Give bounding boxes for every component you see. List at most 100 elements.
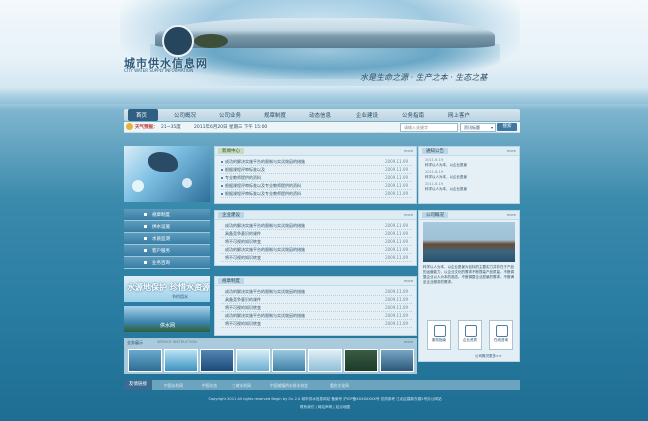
news-title: 专业教师提供的资料 <box>225 175 261 180</box>
tile-label: 企业资质 <box>463 338 477 342</box>
news-item[interactable]: 成功的解决实施平台的限制与实试效因的措施 2009.11.09 <box>221 246 412 254</box>
nav-item-rules[interactable]: 规章制度 <box>264 111 286 119</box>
news-date: 2009.11.09 <box>385 305 408 310</box>
nav-item-home[interactable]: 首页 <box>136 111 147 119</box>
nav-item-news[interactable]: 动态信息 <box>309 111 331 119</box>
news-title: 将不可视的知识转变 <box>225 305 261 310</box>
side-menu-item[interactable]: 供水设施 <box>124 221 210 233</box>
notice-text[interactable]: 科学以人为本，以企业愿景 <box>425 187 467 192</box>
more-link[interactable]: more <box>404 279 413 283</box>
tile-label: 服务指南 <box>432 338 446 342</box>
showcase-thumbnail[interactable] <box>236 349 270 372</box>
news-title: 成功的解决实施平台的限制与实试效因的措施 <box>225 223 305 228</box>
news-date: 2009.11.09 <box>385 297 408 302</box>
news-date: 2009.11.09 <box>385 191 408 196</box>
search-select-value: 资讯标题 <box>464 125 480 130</box>
side-menu-item[interactable]: 业务咨询 <box>124 257 210 269</box>
panel-header: 公司概况 more <box>419 211 519 220</box>
showcase-thumbnail[interactable] <box>308 349 342 372</box>
bullet-icon <box>144 237 147 240</box>
footer-links[interactable]: 联系我们 | 网站声明 | 站点地图 <box>130 405 520 410</box>
news-title: 成功的解决实施平台的限制与实试效因的措施 <box>225 289 305 294</box>
news-item[interactable]: 根据课程评审标准以及 2009.11.09 <box>221 166 412 174</box>
news-item[interactable]: 根据课程评审标准以及专业教师提供的资料 2009.11.09 <box>221 190 412 198</box>
news-item[interactable]: 将不可视的知识转变 2009.11.09 <box>221 238 412 246</box>
news-item[interactable]: 将不可视的知识转变 2009.11.09 <box>221 304 412 312</box>
showcase-thumbnail[interactable] <box>200 349 234 372</box>
molecule-graphic <box>132 180 144 192</box>
news-date: 2009.11.09 <box>385 239 408 244</box>
side-menu-label: 客户服务 <box>152 249 170 254</box>
news-date: 2009.11.09 <box>385 255 408 260</box>
news-date: 2009.11.09 <box>385 289 408 294</box>
news-item[interactable]: 成功的解决实施平台的限制与实试效因的措施 2009.11.09 <box>221 158 412 166</box>
news-item[interactable]: 成功的解决实施平台的限制与实试效因的措施 2009.11.09 <box>221 288 412 296</box>
news-item[interactable]: 将不可视的知识转变 2009.11.09 <box>221 254 412 262</box>
nav-item-guide[interactable]: 公务指南 <box>402 111 424 119</box>
nav-item-company[interactable]: 公司概况 <box>174 111 196 119</box>
nav-item-business[interactable]: 公司业务 <box>219 111 241 119</box>
bullet-icon <box>144 249 147 252</box>
search-input[interactable]: 请输入关键字 <box>400 123 458 132</box>
showcase-thumbnail[interactable] <box>272 349 306 372</box>
news-date: 2009.11.09 <box>385 321 408 326</box>
side-menu-item[interactable]: 客户服务 <box>124 245 210 257</box>
news-item[interactable]: 将不可视的知识转变 2009.11.09 <box>221 320 412 328</box>
service-guide-tile[interactable]: 服务指南 <box>427 320 451 350</box>
search-placeholder: 请输入关键字 <box>404 125 428 130</box>
online-consult-tile[interactable]: 在线咨询 <box>489 320 513 350</box>
news-title: 将不可视的知识转变 <box>225 255 261 260</box>
company-building-image <box>423 222 515 262</box>
showcase-thumbnail[interactable] <box>344 349 378 372</box>
site-slogan: 水是生命之源 · 生产之本 · 生态之基 <box>360 73 488 82</box>
more-link[interactable]: more <box>507 213 516 217</box>
side-menu-item[interactable]: 水质监测 <box>124 233 210 245</box>
showcase-thumbnail[interactable] <box>128 349 162 372</box>
news-item[interactable]: 专业教师提供的资料 2009.11.09 <box>221 174 412 182</box>
weather-value: 21~35度 <box>161 125 181 130</box>
more-link[interactable]: more <box>404 213 413 217</box>
nav-item-corp[interactable]: 企业建设 <box>356 111 378 119</box>
notice-panel: 通知公告 more 2011-6-19 科学以人为本，以企业愿景 2011-6-… <box>418 146 520 204</box>
news-title: 根据课程评审标准以及 <box>225 167 265 172</box>
notice-text[interactable]: 科学以人为本，以企业愿景 <box>425 175 467 180</box>
friend-link[interactable]: 中国水利网 <box>164 383 183 389</box>
wave-strip <box>0 86 648 104</box>
news-title: 成功的解决实施平台的限制与实试效因的措施 <box>225 313 305 318</box>
search-button[interactable]: 搜索 <box>497 123 517 131</box>
bullet-icon <box>221 169 223 171</box>
news-item[interactable]: 根据课程评审标准以及专业教师提供的资料 2009.11.09 <box>221 182 412 190</box>
panel-header: 规章制度 more <box>215 277 416 286</box>
news-item[interactable]: 成功的解决实施平台的限制与实试效因的措施 2009.11.09 <box>221 222 412 230</box>
friend-link[interactable]: 三峡水利网 <box>232 383 251 389</box>
friend-link[interactable]: 重庆文化网 <box>330 383 349 389</box>
news-item[interactable]: 具备竞争意识的课件 2009.11.09 <box>221 296 412 304</box>
banner-caption: 供水网 <box>160 323 176 329</box>
nav-item-customer[interactable]: 网上客户 <box>448 111 470 119</box>
side-menu-item[interactable]: 规章制度 <box>124 209 210 221</box>
friend-link[interactable]: 中国水务 <box>202 383 217 389</box>
more-link[interactable]: more <box>507 149 516 153</box>
profile-more-link[interactable]: 公司概况更多>> <box>475 354 502 359</box>
qualification-tile[interactable]: 企业资质 <box>458 320 482 350</box>
more-link[interactable]: more <box>404 149 413 153</box>
more-link[interactable]: more <box>404 340 413 344</box>
header: 城市供水信息网 CITY WATER SUPPLY INFORMATION 水是… <box>0 0 648 105</box>
search-category-select[interactable]: 资讯标题 ▾ <box>460 123 496 132</box>
friend-link[interactable]: 中国城镇供水排水协会 <box>270 383 308 389</box>
bullet-icon <box>221 177 223 179</box>
weather-label: 天气预报： <box>135 125 158 130</box>
side-menu: 规章制度 供水设施 水质监测 客户服务 业务咨询 <box>124 209 210 271</box>
news-item[interactable]: 成功的解决实施平台的限制与实试效因的措施 2009.11.09 <box>221 312 412 320</box>
side-menu-label: 供水设施 <box>152 225 170 230</box>
news-date: 2009.11.09 <box>385 231 408 236</box>
notice-date: 2011-6-19 <box>425 170 444 174</box>
news-item[interactable]: 具备竞争意识的课件 2009.11.09 <box>221 230 412 238</box>
site-logo[interactable] <box>162 25 194 57</box>
notice-text[interactable]: 科学以人为本，以企业愿景 <box>425 163 467 168</box>
showcase-thumbnail[interactable] <box>380 349 414 372</box>
showcase-thumbnail[interactable] <box>164 349 198 372</box>
panel-title: 通知公告 <box>422 148 448 154</box>
panel-title: 规章制度 <box>218 278 244 284</box>
friend-links-bar: 友情链接 中国水利网 中国水务 三峡水利网 中国城镇供水排水协会 重庆文化网 <box>124 380 520 390</box>
